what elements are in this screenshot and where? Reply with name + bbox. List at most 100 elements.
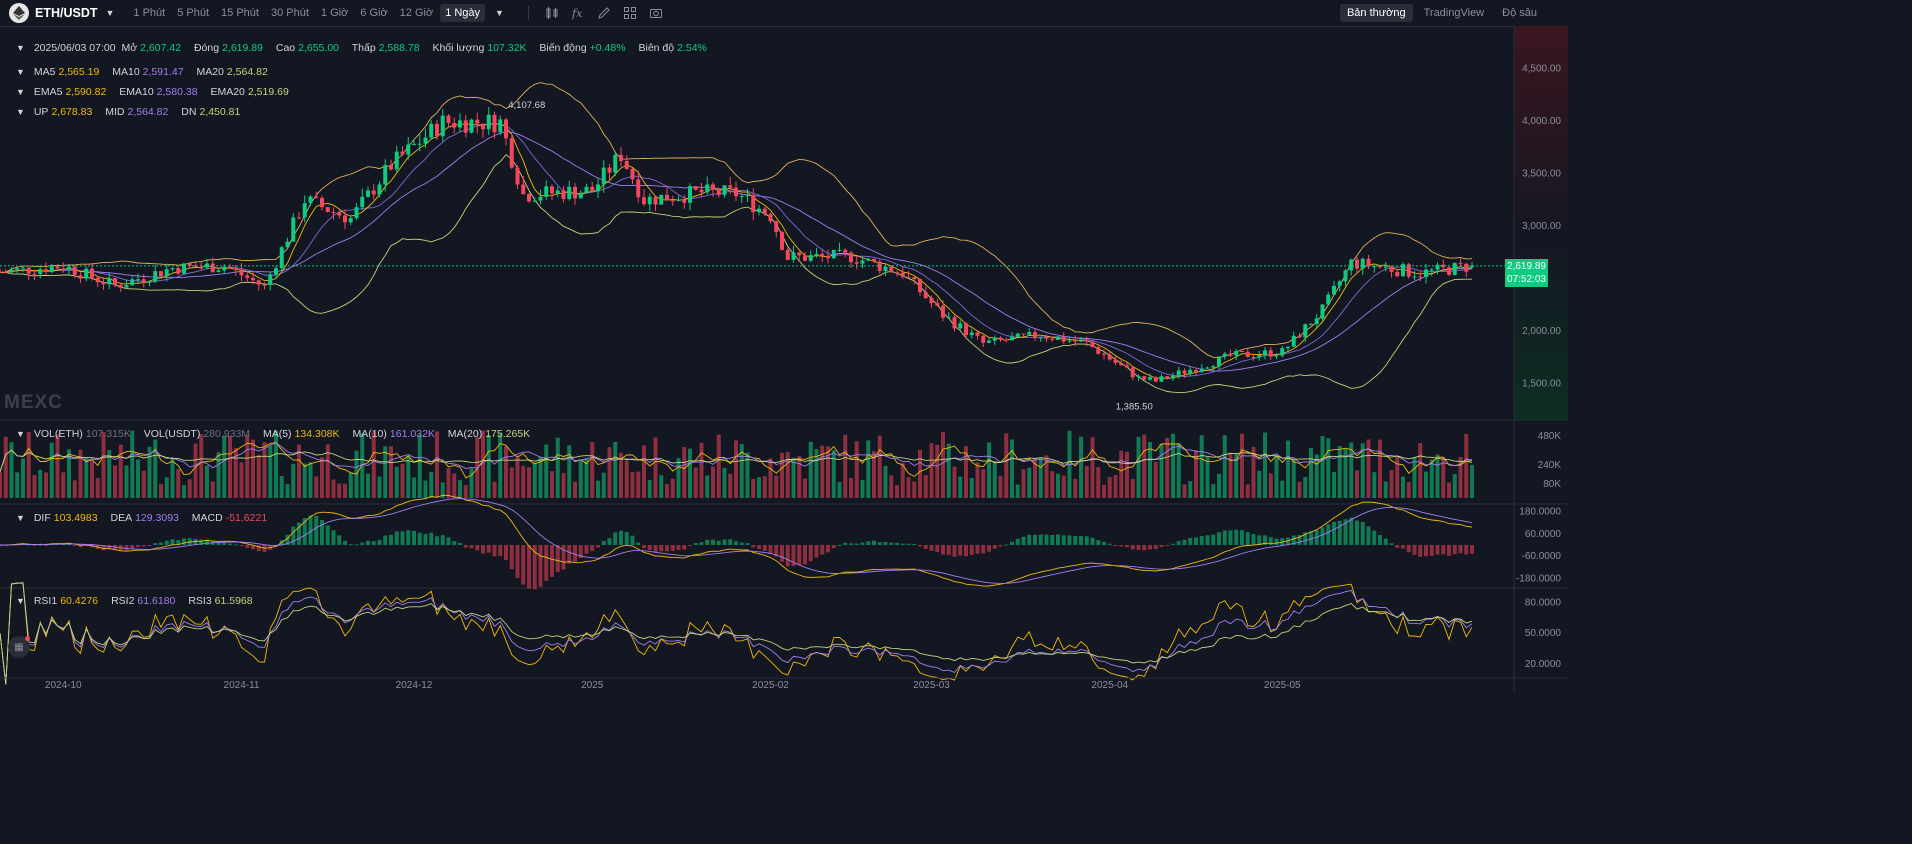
volume-bar (831, 450, 836, 498)
tab-tradingview[interactable]: TradingView (1417, 4, 1492, 22)
chart-area[interactable]: 4,500.00 4,000.00 3,500.00 3,000.00 2,000.00… (0, 26, 1568, 692)
macd-histogram-bar (1400, 545, 1406, 549)
volume-bar (561, 472, 566, 498)
candle-body (268, 274, 273, 285)
volume-bar (1435, 454, 1440, 498)
volume-bar (1050, 471, 1055, 498)
candle-body (360, 196, 365, 208)
volume-tick-label: 240K (1538, 460, 1562, 471)
volume-bar (1337, 446, 1342, 498)
volume-bar (567, 445, 572, 498)
candle-body (66, 266, 72, 270)
candle-body (49, 266, 54, 273)
candle-body (1113, 359, 1118, 363)
timeline-button[interactable]: ▦ (8, 636, 30, 658)
volume-bar (630, 472, 635, 498)
volume-bar (756, 477, 762, 498)
volume-bar (1124, 451, 1130, 498)
candle-body (636, 179, 641, 198)
macd-histogram-bar (469, 545, 474, 549)
candle-body (687, 186, 693, 203)
candle-body (1044, 337, 1049, 339)
symbol-selector[interactable]: ETH/USDT (35, 6, 98, 20)
volume-bar (1009, 439, 1015, 498)
macd-histogram-bar (768, 545, 773, 554)
top-toolbar: ETH/USDT ▼ 1 Phút 5 Phút 15 Phút 30 Phút… (0, 0, 1568, 27)
candle-body (739, 196, 744, 198)
camera-icon[interactable] (649, 6, 663, 20)
boll-chevron-icon[interactable]: ▼ (16, 107, 25, 117)
candle-body (325, 207, 330, 213)
macd-histogram-bar (411, 530, 417, 545)
timeframe-more-chevron-icon[interactable]: ▼ (495, 8, 504, 18)
candle-body (469, 119, 474, 133)
timeframe-30m[interactable]: 30 Phút (266, 4, 314, 22)
candle-type-icon[interactable] (545, 6, 559, 20)
vol-chevron-icon[interactable]: ▼ (16, 429, 25, 439)
candle-body (176, 268, 181, 274)
macd-histogram-bar (802, 545, 808, 565)
candle-body (9, 269, 14, 273)
candle-body (676, 199, 681, 201)
ma5-line (0, 123, 1473, 380)
macd-histogram-bar (682, 545, 687, 550)
candle-body (1211, 366, 1216, 368)
draw-icon[interactable] (597, 6, 611, 20)
ema-chevron-icon[interactable]: ▼ (16, 87, 25, 97)
timeframe-12h[interactable]: 12 Giờ (395, 4, 439, 22)
macd-histogram-bar (567, 545, 572, 564)
macd-histogram-bar (538, 545, 543, 587)
volume-bar (1331, 471, 1337, 498)
tab-standard[interactable]: Bản thường (1339, 4, 1413, 22)
timeframe-1h[interactable]: 1 Giờ (316, 4, 353, 22)
candle-body (929, 298, 934, 304)
timeframe-5m[interactable]: 5 Phút (172, 4, 214, 22)
macd-chevron-icon[interactable]: ▼ (16, 513, 25, 523)
candle-body (595, 184, 601, 192)
tab-depth[interactable]: Độ sâu (1495, 4, 1544, 22)
layout-icon[interactable] (623, 6, 637, 20)
macd-histogram-bar (1084, 536, 1089, 545)
macd-histogram-bar (1349, 517, 1354, 545)
ma-chevron-icon[interactable]: ▼ (16, 67, 25, 77)
candle-body (860, 260, 865, 264)
macd-histogram-bar (607, 538, 612, 545)
timeframe-6h[interactable]: 6 Giờ (355, 4, 392, 22)
macd-histogram-bar (1372, 530, 1377, 545)
indicator-icon[interactable]: fx (571, 6, 585, 20)
candle-body (728, 185, 733, 188)
macd-histogram-bar (946, 545, 951, 555)
volume-bar (377, 476, 382, 498)
macd-histogram-bar (406, 530, 411, 545)
candle-body (555, 190, 560, 194)
candle-body (1251, 356, 1256, 358)
timeframe-1d[interactable]: 1 Ngày (440, 4, 486, 22)
candle-body (1354, 259, 1360, 269)
boll-mid-value: 2,564.82 (127, 106, 169, 118)
candle-body (20, 267, 26, 269)
macd-histogram-bar (739, 542, 744, 545)
macd-histogram-bar (463, 545, 468, 548)
candle-body (1360, 258, 1365, 269)
macd-histogram-bar (1015, 538, 1020, 545)
volume-bar (802, 478, 808, 498)
candle-body (756, 208, 762, 213)
candle-body (308, 196, 313, 204)
legend-chevron-icon[interactable]: ▼ (16, 43, 25, 53)
rsi-chevron-icon[interactable]: ▼ (16, 596, 25, 606)
candle-body (1280, 348, 1285, 356)
macd-histogram-bar (1188, 538, 1193, 545)
macd-histogram-bar (1360, 521, 1365, 545)
symbol-chevron-down-icon[interactable]: ▼ (106, 8, 115, 18)
volume-bar (38, 469, 43, 498)
macd-histogram-bar (135, 545, 141, 548)
timeframe-1m[interactable]: 1 Phút (128, 4, 170, 22)
x-tick-label: 2025-05 (1264, 680, 1301, 691)
candle-body (509, 138, 514, 168)
candle-body (423, 137, 428, 144)
volume-bar (687, 448, 693, 498)
candle-body (1107, 354, 1112, 360)
candle-body (1239, 351, 1245, 353)
timeframe-15m[interactable]: 15 Phút (216, 4, 264, 22)
candle-body (705, 184, 710, 193)
